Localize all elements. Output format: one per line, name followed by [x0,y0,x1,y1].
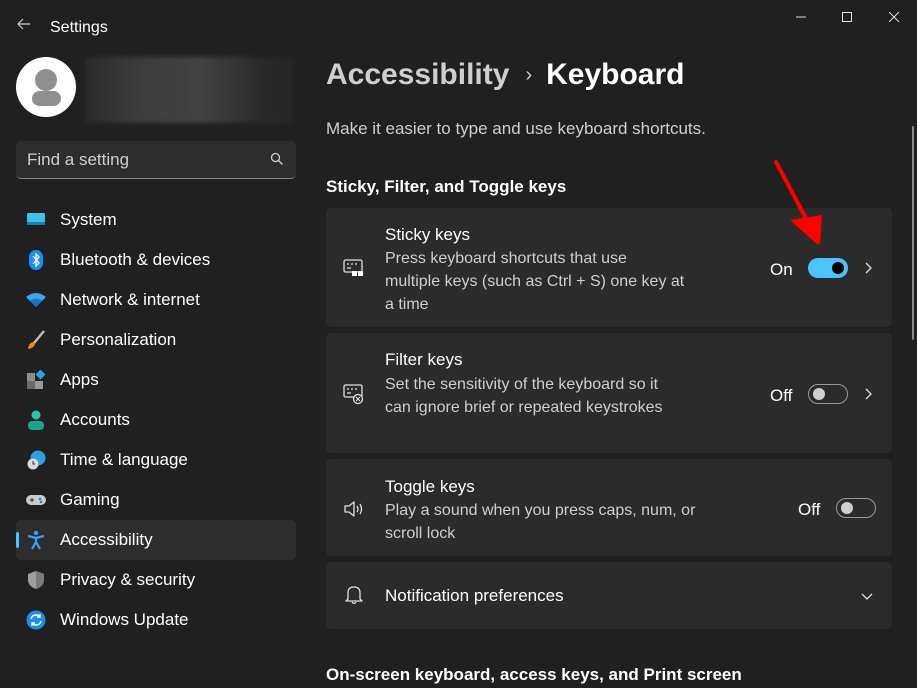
wifi-icon [26,293,46,307]
breadcrumb-separator: › [525,63,533,86]
sidebar-item-privacy[interactable]: Privacy & security [16,560,296,600]
maximize-icon [842,12,852,22]
sidebar-item-network[interactable]: Network & internet [16,280,296,320]
page-description: Make it easier to type and use keyboard … [326,119,706,138]
back-button[interactable] [12,12,36,36]
sticky-keys-icon [343,259,363,276]
sidebar-item-personalization[interactable]: Personalization [16,320,296,360]
brush-icon [28,330,45,349]
avatar [16,57,76,117]
toggle-knob [841,502,853,514]
search-box[interactable] [16,141,296,179]
minimize-icon [796,16,806,18]
sidebar-item-accessibility[interactable]: Accessibility [16,520,296,560]
time-language-icon [27,450,46,470]
scrollbar[interactable] [912,126,914,340]
breadcrumb-parent[interactable]: Accessibility [326,58,509,92]
profile-info-redacted [85,57,293,123]
toggle-state-label: Off [798,500,821,519]
system-icon [27,213,45,225]
sidebar-item-label: Accessibility [60,530,153,549]
sidebar-item-label: Bluetooth & devices [60,250,211,269]
toggle-state-label: On [770,260,793,279]
search-input[interactable] [16,141,296,178]
chevron-down-icon[interactable] [859,588,875,604]
filter-keys-toggle[interactable] [808,384,848,404]
filter-keys-card[interactable]: Filter keys Set the sensitivity of the k… [326,333,892,453]
sidebar-item-accounts[interactable]: Accounts [16,400,296,440]
card-title: Filter keys [385,350,463,369]
sidebar-nav: System Bluetooth & devices Network & int… [16,200,296,640]
maximize-button[interactable] [827,4,867,30]
close-button[interactable] [874,4,914,30]
sidebar-item-label: Apps [60,370,99,389]
card-description: Set the sensitivity of the keyboard so i… [385,376,663,416]
sidebar-item-label: Privacy & security [60,570,196,589]
sidebar-item-label: System [60,210,117,229]
sidebar-item-apps[interactable]: Apps [16,360,296,400]
title-bar: Settings [0,0,917,48]
close-icon [889,12,899,22]
sidebar-item-label: Network & internet [60,290,200,309]
gamepad-icon [26,495,46,505]
sidebar-item-label: Time & language [60,450,188,469]
notification-preferences-card[interactable]: Notification preferences [326,562,892,629]
sidebar-item-windows-update[interactable]: Windows Update [16,600,296,640]
sidebar-item-label: Windows Update [60,610,189,629]
app-title: Settings [50,19,108,36]
speaker-icon [344,501,363,517]
active-indicator [16,532,19,548]
accounts-icon [28,410,44,430]
sticky-keys-card[interactable]: Sticky keys Press keyboard shortcuts tha… [326,208,892,327]
update-icon [26,610,46,630]
bell-icon [345,586,363,605]
apps-icon [27,370,46,389]
page-title: Keyboard [546,58,685,91]
sidebar-item-bluetooth[interactable]: Bluetooth & devices [16,240,296,280]
card-description: Press keyboard shortcuts that use multip… [385,250,685,313]
bluetooth-icon [29,250,43,270]
sidebar-item-label: Gaming [60,490,120,509]
sidebar-item-gaming[interactable]: Gaming [16,480,296,520]
avatar-body [32,91,61,106]
section-title: Sticky, Filter, and Toggle keys [326,177,567,196]
chevron-right-icon[interactable] [860,260,876,276]
card-description: Play a sound when you press caps, num, o… [385,502,696,542]
toggle-knob [813,388,825,400]
chevron-right-icon[interactable] [860,386,876,402]
avatar-head [35,69,57,91]
sidebar-item-label: Accounts [60,410,130,429]
card-title: Toggle keys [385,477,475,496]
card-title: Sticky keys [385,225,471,244]
back-arrow-icon [17,18,30,30]
card-title: Notification preferences [385,586,564,605]
toggle-keys-toggle[interactable] [836,498,876,518]
sidebar-item-time-language[interactable]: Time & language [16,440,296,480]
toggle-knob [832,262,844,274]
sticky-keys-toggle[interactable] [808,258,848,278]
section-title: On-screen keyboard, access keys, and Pri… [326,665,742,684]
accessibility-icon [27,530,45,550]
sidebar-item-label: Personalization [60,330,177,349]
breadcrumb: Accessibility › Keyboard [326,58,684,92]
minimize-button[interactable] [781,4,821,30]
toggle-keys-card[interactable]: Toggle keys Play a sound when you press … [326,459,892,556]
toggle-state-label: Off [770,386,793,405]
sidebar-item-system[interactable]: System [16,200,296,240]
filter-keys-icon [343,384,364,405]
search-icon[interactable] [270,152,284,166]
shield-icon [28,571,44,589]
